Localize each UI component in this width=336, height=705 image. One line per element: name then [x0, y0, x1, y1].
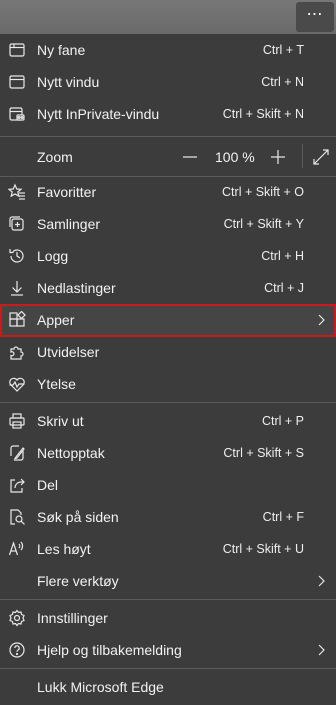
menu-item-web-capture[interactable]: Nettopptak Ctrl + Skift + S: [0, 437, 336, 469]
menu-item-label: Del: [37, 477, 59, 493]
menu-item-help-and-feedback[interactable]: Hjelp og tilbakemelding: [0, 634, 336, 666]
chevron-right-icon: [316, 574, 326, 588]
favorites-icon: [8, 183, 26, 201]
collections-icon: [8, 215, 26, 233]
menu-item-new-tab[interactable]: Ny fane Ctrl + T: [0, 34, 336, 66]
menu-item-share[interactable]: Del: [0, 469, 336, 501]
menu-item-label: Nytt InPrivate-vindu: [37, 106, 160, 122]
menu-item-label: Nedlastinger: [37, 280, 116, 296]
menu-item-label: Søk på siden: [37, 509, 119, 525]
menu-item-label: Samlinger: [37, 216, 101, 232]
download-icon: [8, 279, 26, 297]
menu-item-label: Innstillinger: [37, 610, 108, 626]
new-tab-icon: [8, 41, 26, 59]
menu-item-label: Apper: [37, 312, 75, 328]
menu-item-label: Flere verktøy: [37, 573, 119, 589]
menu-item-label: Utvidelser: [37, 344, 100, 360]
menu-item-label: Nytt vindu: [37, 74, 100, 90]
menu-divider: [0, 599, 336, 600]
menu-divider: [0, 402, 336, 403]
menu-item-shortcut: Ctrl + Skift + Y: [223, 217, 304, 231]
share-icon: [8, 476, 26, 494]
web-capture-icon: [8, 444, 26, 462]
menu-item-shortcut: Ctrl + Skift + S: [223, 446, 304, 460]
menu-item-new-inprivate-window[interactable]: Nytt InPrivate-vindu Ctrl + Skift + N: [0, 98, 336, 130]
menu-item-shortcut: Ctrl + Skift + O: [222, 185, 304, 199]
zoom-in-button[interactable]: [270, 149, 286, 165]
menu-item-shortcut: Ctrl + J: [264, 281, 304, 295]
menu-item-label: Ny fane: [37, 42, 86, 58]
fullscreen-button[interactable]: [313, 149, 329, 165]
menu-item-settings[interactable]: Innstillinger: [0, 602, 336, 634]
zoom-value: 100 %: [215, 149, 255, 165]
menu-item-shortcut: Ctrl + Skift + U: [222, 542, 304, 556]
apps-icon: [8, 311, 26, 329]
menu-item-extensions[interactable]: Utvidelser: [0, 336, 336, 368]
settings-menu: Ny fane Ctrl + T Nytt vindu Ctrl + N Nyt…: [0, 34, 336, 705]
menu-item-shortcut: Ctrl + T: [262, 43, 304, 57]
menu-item-close-edge[interactable]: Lukk Microsoft Edge: [0, 671, 336, 703]
chevron-right-icon: [316, 313, 326, 327]
read-aloud-icon: [8, 540, 26, 558]
zoom-out-button[interactable]: [182, 149, 198, 165]
menu-item-label: Ytelse: [37, 376, 76, 392]
menu-item-history[interactable]: Logg Ctrl + H: [0, 240, 336, 272]
menu-item-label: Hjelp og tilbakemelding: [37, 642, 182, 658]
menu-item-label: Favoritter: [37, 184, 97, 200]
history-icon: [8, 247, 26, 265]
menu-item-apps[interactable]: Apper: [0, 304, 336, 337]
print-icon: [8, 412, 26, 430]
settings-and-more-button[interactable]: ⋯: [296, 2, 334, 32]
menu-item-performance[interactable]: Ytelse: [0, 368, 336, 400]
menu-item-shortcut: Ctrl + N: [261, 75, 304, 89]
menu-divider: [0, 668, 336, 669]
menu-item-shortcut: Ctrl + F: [262, 510, 304, 524]
menu-item-favorites[interactable]: Favoritter Ctrl + Skift + O: [0, 176, 336, 208]
menu-item-shortcut: Ctrl + Skift + N: [222, 107, 304, 121]
help-icon: [8, 641, 26, 659]
menu-divider: [0, 136, 336, 137]
performance-icon: [8, 375, 26, 393]
inprivate-icon: [8, 105, 26, 123]
menu-item-more-tools[interactable]: Flere verktøy: [0, 565, 336, 597]
menu-item-label: Nettopptak: [37, 445, 105, 461]
chevron-right-icon: [316, 643, 326, 657]
menu-item-shortcut: Ctrl + H: [261, 249, 304, 263]
new-window-icon: [8, 73, 26, 91]
zoom-divider: [302, 144, 303, 168]
menu-item-label: Skriv ut: [37, 413, 84, 429]
extensions-icon: [8, 343, 26, 361]
menu-item-label: Lukk Microsoft Edge: [37, 679, 164, 695]
menu-item-zoom: Zoom 100 %: [0, 138, 336, 174]
more-horizontal-icon: ⋯: [306, 6, 324, 23]
menu-item-find-on-page[interactable]: Søk på siden Ctrl + F: [0, 501, 336, 533]
menu-item-label: Les høyt: [37, 541, 91, 557]
menu-item-read-aloud[interactable]: Les høyt Ctrl + Skift + U: [0, 533, 336, 565]
zoom-label: Zoom: [37, 149, 73, 165]
menu-item-collections[interactable]: Samlinger Ctrl + Skift + Y: [0, 208, 336, 240]
settings-icon: [8, 609, 26, 627]
find-icon: [8, 508, 26, 526]
menu-item-label: Logg: [37, 248, 69, 264]
menu-item-shortcut: Ctrl + P: [261, 414, 304, 428]
menu-item-new-window[interactable]: Nytt vindu Ctrl + N: [0, 66, 336, 98]
menu-item-print[interactable]: Skriv ut Ctrl + P: [0, 405, 336, 437]
menu-item-downloads[interactable]: Nedlastinger Ctrl + J: [0, 272, 336, 304]
browser-toolbar: ⋯: [0, 0, 336, 34]
